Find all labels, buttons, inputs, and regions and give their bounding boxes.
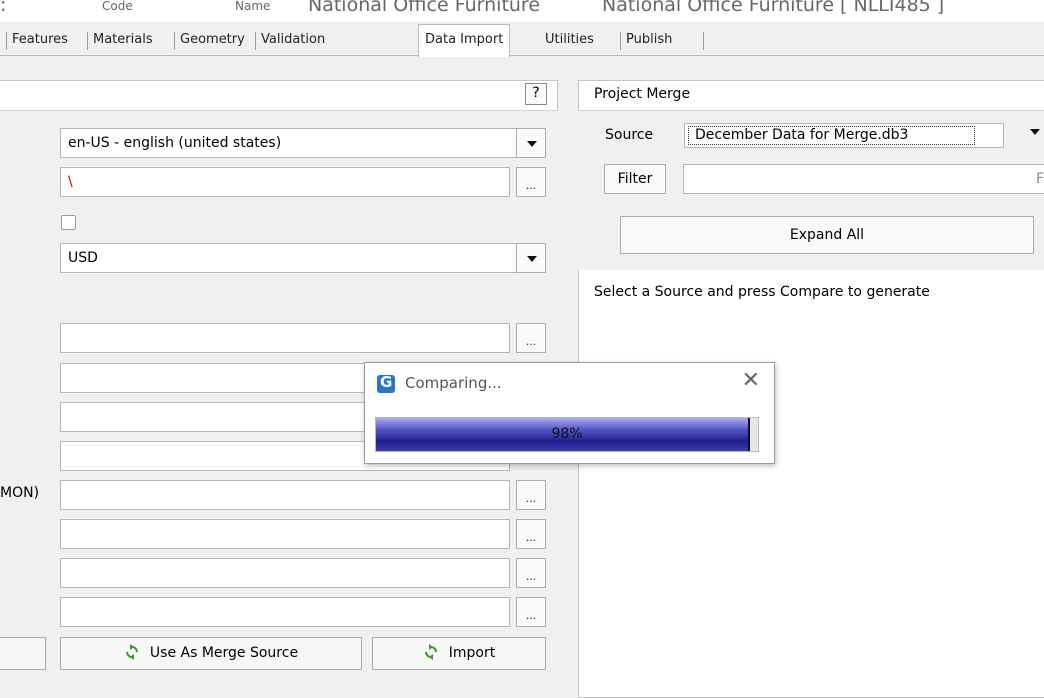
title-fragment-dot: : bbox=[0, 0, 7, 16]
refresh-icon bbox=[125, 644, 138, 660]
source-value: December Data for Merge.db3 bbox=[688, 126, 975, 145]
currency-dropdown-button[interactable] bbox=[516, 243, 546, 273]
tab-geometry[interactable]: Geometry bbox=[180, 28, 245, 54]
option-checkbox[interactable] bbox=[61, 215, 76, 230]
file-field-6[interactable] bbox=[60, 519, 510, 549]
file-browse-button-6[interactable]: ... bbox=[516, 519, 546, 549]
tab-bar: Features Materials Geometry Validation D… bbox=[0, 22, 1044, 57]
tab-separator bbox=[174, 32, 175, 50]
title-company: National Office Furniture bbox=[308, 0, 541, 16]
left-action-button[interactable] bbox=[0, 637, 46, 670]
file-field-1[interactable] bbox=[60, 323, 510, 353]
tab-features[interactable]: Features bbox=[12, 28, 68, 54]
title-code: Code bbox=[102, 0, 133, 13]
tab-data-import[interactable]: Data Import bbox=[418, 24, 511, 57]
source-label: Source bbox=[605, 127, 654, 143]
merge-status-message: Select a Source and press Compare to gen… bbox=[594, 284, 930, 300]
path-field[interactable]: \ bbox=[60, 167, 510, 197]
filter-button[interactable]: Filter bbox=[604, 164, 666, 194]
language-dropdown-button[interactable] bbox=[516, 128, 546, 158]
path-browse-button[interactable]: ... bbox=[516, 167, 546, 197]
refresh-icon bbox=[424, 644, 437, 660]
filter-cut-text: F bbox=[1035, 171, 1044, 187]
help-button[interactable]: ? bbox=[525, 83, 547, 105]
source-dropdown-arrow[interactable] bbox=[1030, 129, 1040, 135]
language-select[interactable]: en-US - english (united states) bbox=[60, 128, 546, 158]
title-name: Name bbox=[235, 0, 271, 13]
field-label-cut: MON) bbox=[0, 485, 40, 501]
import-button[interactable]: Import bbox=[372, 637, 546, 670]
file-browse-button-7[interactable]: ... bbox=[516, 558, 546, 588]
comparing-dialog: Comparing... ✕ 98% bbox=[364, 362, 775, 464]
close-icon[interactable]: ✕ bbox=[742, 368, 760, 393]
file-browse-button-1[interactable]: ... bbox=[516, 323, 546, 353]
use-as-merge-source-button[interactable]: Use As Merge Source bbox=[60, 637, 362, 670]
tab-validation[interactable]: Validation bbox=[261, 28, 325, 54]
tab-separator bbox=[87, 32, 88, 50]
tab-separator bbox=[703, 32, 704, 50]
source-select[interactable]: December Data for Merge.db3 bbox=[684, 123, 1004, 148]
tab-utilities[interactable]: Utilities bbox=[545, 28, 594, 54]
tab-separator bbox=[255, 32, 256, 50]
title-project: National Office Furniture [ NLLI485 ] bbox=[602, 0, 945, 16]
file-field-7[interactable] bbox=[60, 558, 510, 588]
file-browse-button-5[interactable]: ... bbox=[516, 480, 546, 510]
tab-publish[interactable]: Publish bbox=[626, 28, 672, 54]
tab-separator bbox=[620, 32, 621, 50]
tab-separator bbox=[6, 32, 7, 50]
use-as-merge-source-label: Use As Merge Source bbox=[149, 645, 299, 661]
progress-text: 98% bbox=[551, 426, 583, 442]
file-field-5[interactable] bbox=[60, 480, 510, 510]
app-logo-icon bbox=[377, 373, 395, 393]
progress-bar: 98% bbox=[375, 417, 759, 452]
project-merge-title: Project Merge bbox=[594, 86, 691, 102]
tab-materials[interactable]: Materials bbox=[93, 28, 153, 54]
window-title-strip: : Code Name National Office Furniture Na… bbox=[0, 0, 1044, 22]
filter-input[interactable]: F bbox=[683, 164, 1044, 194]
currency-select[interactable]: USD bbox=[60, 243, 546, 273]
dialog-title: Comparing... bbox=[405, 374, 502, 392]
file-field-8[interactable] bbox=[60, 597, 510, 627]
import-label: Import bbox=[448, 645, 496, 661]
file-browse-button-8[interactable]: ... bbox=[516, 597, 546, 627]
expand-all-button[interactable]: Expand All bbox=[620, 216, 1034, 254]
